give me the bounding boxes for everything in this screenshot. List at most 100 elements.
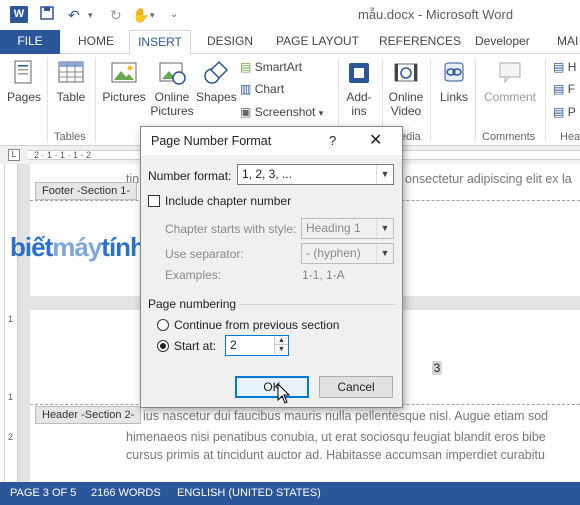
chapter-style-value: Heading 1 — [306, 221, 361, 235]
title-bar: W ↶ ▾ ↻ ✋ ▾ ⌄ mẫu.docx - Microsoft Word — [0, 0, 580, 30]
examples-label: Examples: — [165, 268, 222, 282]
spin-up-icon[interactable]: ▲ — [274, 336, 288, 345]
group-label-media: edia — [400, 131, 421, 143]
tab-home[interactable]: HOME — [78, 30, 114, 54]
addins-label-2: ins — [351, 104, 367, 118]
footer-section-tag: Footer -Section 1- — [35, 182, 138, 200]
comment-button[interactable]: Comment — [480, 58, 540, 104]
include-chapter-label[interactable]: Include chapter number — [165, 194, 291, 208]
number-format-select[interactable]: 1, 2, 3, ... ▼ — [237, 164, 394, 185]
smartart-button[interactable]: ▤ SmartArt — [240, 60, 302, 74]
page-number-format-dialog: Page Number Format ? ✕ Number format: 1,… — [140, 126, 403, 408]
links-button[interactable]: Links — [436, 58, 472, 104]
tab-file[interactable]: FILE — [0, 30, 60, 54]
shapes-button[interactable]: Shapes — [196, 58, 237, 104]
pictures-icon — [109, 58, 139, 88]
chart-icon: ▥ — [240, 82, 252, 96]
chart-label: Chart — [254, 82, 285, 96]
undo-icon[interactable]: ↶ — [68, 6, 80, 24]
save-icon[interactable] — [40, 6, 54, 24]
touch-dropdown-icon[interactable]: ▾ — [150, 6, 155, 24]
smartart-icon: ▤ — [240, 60, 252, 74]
page-number-button[interactable]: ▤ P — [553, 105, 576, 119]
links-label: Links — [439, 90, 468, 104]
chevron-down-icon: ▾ — [318, 108, 324, 118]
customize-qat-icon[interactable]: ⌄ — [170, 6, 178, 24]
footer-button[interactable]: ▤ F — [553, 82, 575, 96]
table-icon — [56, 58, 86, 88]
store-icon — [344, 58, 374, 88]
chevron-down-icon: ▼ — [376, 165, 393, 184]
continue-radio[interactable] — [157, 319, 169, 331]
separator-select[interactable]: - (hyphen) ▼ — [301, 243, 394, 264]
chevron-down-icon: ▼ — [376, 244, 393, 263]
status-words[interactable]: 2166 WORDS — [91, 487, 161, 499]
screenshot-button[interactable]: ▣ Screenshot ▾ — [240, 105, 323, 119]
number-format-value: 1, 2, 3, ... — [242, 167, 293, 181]
pages-button[interactable]: Pages — [6, 58, 42, 104]
group-separator — [475, 58, 476, 142]
chart-button[interactable]: ▥ Chart — [240, 82, 284, 96]
vruler-mark: 1 — [8, 392, 14, 402]
group-separator — [47, 58, 48, 142]
watermark-part: tính — [101, 232, 146, 262]
pictures-label: Pictures — [102, 90, 146, 104]
start-at-radio[interactable] — [157, 340, 169, 352]
status-page[interactable]: PAGE 3 OF 5 — [10, 487, 76, 499]
online-pictures-label-1: Online — [154, 90, 190, 104]
touch-mode-icon[interactable]: ✋ — [132, 6, 149, 24]
word-app-icon[interactable]: W — [10, 6, 28, 23]
vertical-ruler[interactable]: 1 1 2 — [4, 164, 18, 482]
tab-page-layout[interactable]: PAGE LAYOUT — [276, 30, 359, 54]
page-number-label: P — [567, 105, 576, 119]
status-language[interactable]: ENGLISH (UNITED STATES) — [177, 487, 321, 499]
online-pictures-icon — [157, 58, 187, 88]
help-icon[interactable]: ? — [329, 133, 336, 148]
doc-text-line-1: ius nascetur dui faucibus mauris nulla p… — [143, 409, 549, 423]
start-at-spinner[interactable]: 2 ▲ ▼ — [225, 335, 289, 356]
online-video-button[interactable]: Online Video — [386, 58, 426, 118]
group-separator — [545, 58, 546, 142]
chapter-style-select[interactable]: Heading 1 ▼ — [301, 218, 394, 239]
redo-icon[interactable]: ↻ — [110, 6, 122, 24]
tab-references[interactable]: REFERENCES — [379, 30, 461, 54]
online-pictures-button[interactable]: Online Pictures — [150, 58, 194, 118]
include-chapter-checkbox[interactable] — [148, 195, 160, 207]
continue-label[interactable]: Continue from previous section — [174, 318, 339, 332]
page-number-field[interactable]: 3 — [432, 361, 442, 375]
undo-dropdown-icon[interactable]: ▾ — [88, 6, 93, 24]
ok-button[interactable]: OK — [235, 376, 309, 398]
tab-mailings[interactable]: MAI — [557, 30, 578, 54]
doc-text-line-2: himenaeos nisi penatibus conubia, ut era… — [126, 430, 546, 444]
vruler-mark: 2 — [8, 432, 14, 442]
header-button[interactable]: ▤ H — [553, 60, 576, 74]
section-separator — [239, 304, 396, 305]
footer-icon: ▤ — [553, 82, 565, 96]
spin-down-icon[interactable]: ▼ — [274, 345, 288, 354]
pages-label: Pages — [6, 90, 42, 104]
tab-insert[interactable]: INSERT — [129, 30, 191, 55]
tab-selector[interactable]: L — [8, 149, 20, 161]
header-icon: ▤ — [553, 60, 565, 74]
cancel-button[interactable]: Cancel — [319, 376, 393, 398]
pictures-button[interactable]: Pictures — [101, 58, 147, 104]
comment-icon — [495, 58, 525, 88]
group-separator — [430, 58, 431, 142]
separator-label: Use separator: — [165, 247, 244, 261]
close-icon[interactable]: ✕ — [369, 130, 382, 150]
pages-icon — [9, 58, 39, 88]
start-at-label[interactable]: Start at: — [174, 339, 216, 353]
watermark-part: máy — [52, 232, 102, 262]
doc-text-line-top: onsectetur adipiscing elit ex la — [405, 172, 572, 186]
addins-button[interactable]: Add- ins — [341, 58, 377, 118]
tab-design[interactable]: DESIGN — [207, 30, 253, 54]
footer-label: F — [567, 82, 576, 96]
group-separator — [95, 58, 96, 142]
header-section-tag: Header -Section 2- — [35, 406, 142, 424]
table-label: Table — [56, 90, 86, 104]
table-button[interactable]: Table — [53, 58, 89, 104]
screenshot-icon: ▣ — [240, 105, 252, 119]
status-bar: PAGE 3 OF 5 2166 WORDS ENGLISH (UNITED S… — [0, 482, 580, 505]
ribbon-tabs: FILE HOME INSERT DESIGN PAGE LAYOUT REFE… — [0, 30, 580, 55]
tab-developer[interactable]: Developer — [475, 30, 530, 54]
